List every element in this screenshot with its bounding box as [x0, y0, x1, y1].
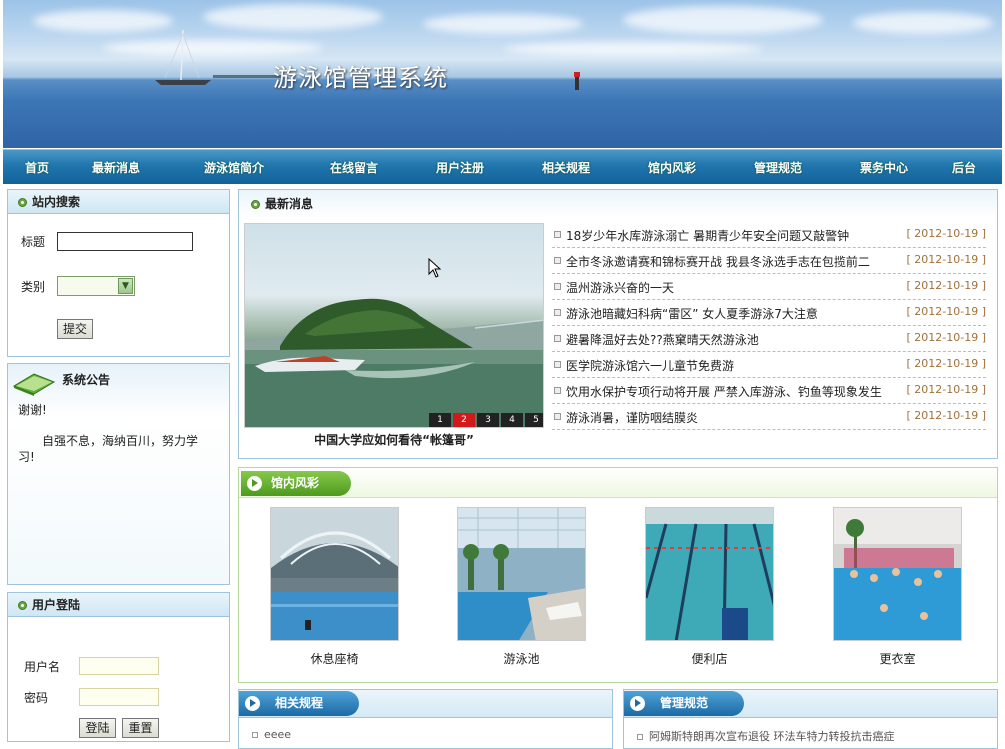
news-item[interactable]: 温州游泳兴奋的一天[ 2012-10-19 ]	[552, 274, 986, 300]
photo-pool[interactable]	[457, 507, 586, 641]
book-icon	[12, 373, 56, 396]
square-bullet-icon	[554, 257, 561, 264]
news-item[interactable]: 18岁少年水库游泳溺亡 暑期青少年安全问题又敲警钟[ 2012-10-19 ]	[552, 222, 986, 248]
play-icon	[630, 696, 645, 711]
nav-register[interactable]: 用户注册	[436, 159, 484, 176]
bullet-icon	[18, 601, 27, 610]
slide-page-4[interactable]: 4	[501, 413, 523, 427]
username-input[interactable]	[79, 657, 159, 675]
square-bullet-icon	[554, 231, 561, 238]
nav-guestbook[interactable]: 在线留言	[330, 159, 378, 176]
nav-home[interactable]: 首页	[25, 159, 49, 176]
nav-latest-news[interactable]: 最新消息	[92, 159, 140, 176]
news-item[interactable]: 游泳消暑，谨防咽结膜炎[ 2012-10-19 ]	[552, 404, 986, 430]
login-button[interactable]: 登陆	[79, 718, 116, 738]
notice-heading: 系统公告	[62, 373, 111, 387]
square-bullet-icon	[554, 283, 561, 290]
category-select[interactable]: ▼	[57, 276, 135, 296]
photo-caption[interactable]: 更衣室	[833, 650, 962, 667]
gallery-heading: 馆内风彩	[241, 471, 351, 496]
news-item[interactable]: 避暑降温好去处??燕窠晴天然游泳池[ 2012-10-19 ]	[552, 326, 986, 352]
title-label: 标题	[21, 235, 46, 249]
square-bullet-icon	[554, 309, 561, 316]
news-item[interactable]: 游泳池暗藏妇科病“雷区” 女人夏季游泳7大注意[ 2012-10-19 ]	[552, 300, 986, 326]
password-input[interactable]	[79, 688, 159, 706]
photo-caption[interactable]: 便利店	[645, 650, 774, 667]
main-nav: 首页 最新消息 游泳馆简介 在线留言 用户注册 相关规程 馆内风彩 管理规范 票…	[3, 149, 1002, 184]
photo-caption[interactable]: 游泳池	[457, 650, 586, 667]
square-bullet-icon	[637, 734, 643, 740]
square-bullet-icon	[252, 732, 258, 738]
slide-page-3[interactable]: 3	[477, 413, 499, 427]
square-bullet-icon	[554, 387, 561, 394]
buoy-marker	[574, 72, 580, 90]
notice-panel	[7, 363, 230, 585]
rules-heading: 相关规程	[239, 691, 359, 716]
search-heading: 站内搜索	[8, 190, 229, 214]
site-title: 游泳馆管理系统	[273, 64, 448, 92]
search-panel: 站内搜索	[7, 189, 230, 357]
photo-rest-chairs[interactable]	[270, 507, 399, 641]
password-label: 密码	[24, 691, 49, 705]
square-bullet-icon	[554, 413, 561, 420]
slide-image	[245, 298, 543, 427]
bullet-icon	[18, 198, 27, 207]
news-item[interactable]: 饮用水保护专项行动将开展 严禁入库游泳、钓鱼等现象发生[ 2012-10-19 …	[552, 378, 986, 404]
slide-caption[interactable]: 中国大学应如何看待“帐篷哥”	[244, 431, 544, 448]
news-heading: 最新消息	[239, 190, 997, 218]
reset-button[interactable]: 重置	[122, 718, 159, 738]
photo-caption[interactable]: 休息座椅	[270, 650, 399, 667]
news-item[interactable]: 全市冬泳邀请赛和锦标赛开战 我县冬泳选手志在包揽前二[ 2012-10-19 ]	[552, 248, 986, 274]
rules-first-item[interactable]: eeee	[252, 728, 291, 741]
photo-store[interactable]	[645, 507, 774, 641]
title-input[interactable]	[57, 232, 193, 251]
bullet-icon	[251, 200, 260, 209]
nav-gallery[interactable]: 馆内风彩	[648, 159, 696, 176]
news-slideshow[interactable]: 1 2 3 4 5	[244, 223, 544, 428]
photo-locker-room[interactable]	[833, 507, 962, 641]
mouse-cursor-icon	[428, 258, 442, 278]
chevron-down-icon[interactable]: ▼	[118, 278, 133, 294]
square-bullet-icon	[554, 335, 561, 342]
header-banner: 游泳馆管理系统	[3, 0, 1002, 148]
slide-page-1[interactable]: 1	[429, 413, 451, 427]
nav-tickets[interactable]: 票务中心	[860, 159, 908, 176]
submit-button[interactable]: 提交	[57, 319, 93, 339]
management-first-item[interactable]: 阿姆斯特朗再次宣布退役 环法车特力转投抗击癌症	[637, 728, 977, 744]
category-label: 类别	[21, 280, 46, 294]
nav-admin[interactable]: 后台	[952, 159, 976, 176]
nav-intro[interactable]: 游泳馆简介	[204, 159, 264, 176]
square-bullet-icon	[554, 361, 561, 368]
nav-management[interactable]: 管理规范	[754, 159, 802, 176]
news-item[interactable]: 医学院游泳馆六一儿童节免费游[ 2012-10-19 ]	[552, 352, 986, 378]
slide-page-2[interactable]: 2	[453, 413, 475, 427]
sailboat-icon	[155, 29, 211, 85]
login-heading: 用户登陆	[8, 593, 229, 617]
notice-line1: 谢谢!	[18, 403, 47, 417]
management-heading: 管理规范	[624, 691, 744, 716]
play-icon	[245, 696, 260, 711]
play-icon	[247, 476, 262, 491]
username-label: 用户名	[24, 660, 61, 674]
nav-rules[interactable]: 相关规程	[542, 159, 590, 176]
slide-page-5[interactable]: 5	[525, 413, 543, 427]
notice-line2: 自强不息，海纳百川，努力学习!	[18, 434, 199, 464]
